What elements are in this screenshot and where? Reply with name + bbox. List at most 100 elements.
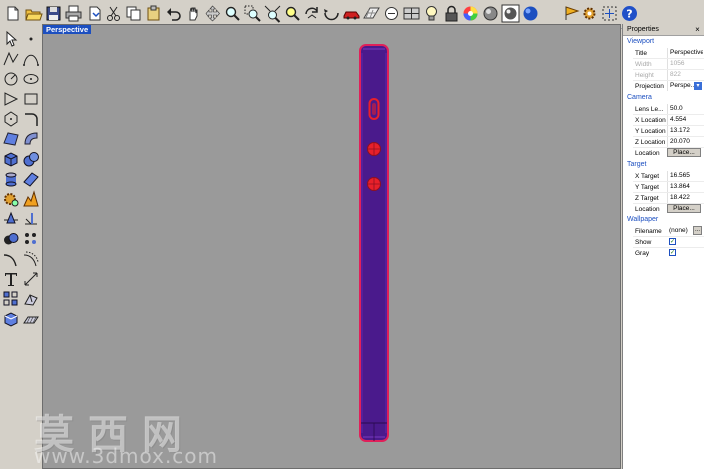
surface-edit-icon[interactable] <box>22 130 40 148</box>
lens-field[interactable]: 50.0 <box>667 104 703 114</box>
camera-location-label: Location <box>635 150 660 157</box>
sphere-solid-icon[interactable] <box>22 150 40 168</box>
shaded-sphere-icon[interactable] <box>481 4 500 23</box>
select-arrow-icon[interactable] <box>2 30 20 48</box>
render-icon[interactable] <box>501 4 520 23</box>
zoom-icon[interactable] <box>223 4 242 23</box>
height-field: 822 <box>667 70 703 80</box>
polyline-icon[interactable] <box>2 50 20 68</box>
viewport-section-header[interactable]: Viewport <box>627 37 654 46</box>
ellipse-icon[interactable] <box>22 70 40 88</box>
target-location-label: Location <box>635 206 660 213</box>
y-target-field[interactable]: 13.864 <box>667 182 703 192</box>
fillet-icon[interactable] <box>22 110 40 128</box>
blend-curve-icon[interactable] <box>2 250 20 268</box>
phone-model[interactable] <box>358 43 390 443</box>
wallpaper-section-header[interactable]: Wallpaper <box>627 215 658 224</box>
import-icon[interactable] <box>85 4 104 23</box>
split-icon[interactable] <box>2 210 20 228</box>
trim-icon[interactable] <box>22 210 40 228</box>
lens-label: Lens Le... <box>635 106 664 113</box>
title-field[interactable]: Perspective <box>667 48 703 58</box>
point-icon[interactable] <box>22 30 40 48</box>
paste-icon[interactable] <box>144 4 163 23</box>
cylinder-icon[interactable] <box>2 170 20 188</box>
watermark: 莫西网 www.3dmox.com <box>34 402 234 468</box>
explode-icon[interactable] <box>22 190 40 208</box>
gray-row: Gray ✓ <box>623 248 704 258</box>
snap-icon[interactable] <box>600 4 619 23</box>
show-checkbox[interactable]: ✓ <box>669 238 676 245</box>
color-wheel-icon[interactable] <box>461 4 480 23</box>
x-target-field[interactable]: 16.565 <box>667 171 703 181</box>
cut-icon[interactable] <box>104 4 123 23</box>
browse-button[interactable]: ... <box>693 226 702 235</box>
open-folder-icon[interactable] <box>24 4 43 23</box>
hatch-icon[interactable] <box>22 310 40 328</box>
save-icon[interactable] <box>44 4 63 23</box>
grid-array-icon[interactable] <box>2 290 20 308</box>
arc-icon[interactable] <box>2 90 20 108</box>
new-file-icon[interactable] <box>3 4 22 23</box>
properties-title: Properties <box>627 26 659 33</box>
move-icon[interactable] <box>203 4 222 23</box>
boolean-icon[interactable] <box>2 230 20 248</box>
grid-icon[interactable] <box>362 4 381 23</box>
z-location-field[interactable]: 20.070 <box>667 137 703 147</box>
x-location-field[interactable]: 4.554 <box>667 115 703 125</box>
transform-gear-icon[interactable] <box>2 190 20 208</box>
target-section-header[interactable]: Target <box>627 160 646 169</box>
chevron-down-icon[interactable]: ▾ <box>694 82 702 90</box>
offset-curve-icon[interactable] <box>22 250 40 268</box>
mesh-icon[interactable] <box>22 170 40 188</box>
watermark-url-text: www.3dmox.com <box>34 444 219 468</box>
curve-icon[interactable] <box>22 50 40 68</box>
width-field: 1056 <box>667 59 703 69</box>
array-icon[interactable] <box>22 230 40 248</box>
projection-select[interactable]: Perspe... ▾ <box>667 81 703 91</box>
gray-checkbox[interactable]: ✓ <box>669 249 676 256</box>
z-target-row: Z Target 18.422 <box>623 193 704 203</box>
filename-field[interactable]: (none) <box>667 226 691 236</box>
circle-icon[interactable] <box>2 70 20 88</box>
z-location-row: Z Location 20.070 <box>623 137 704 147</box>
viewport-tab-perspective[interactable]: Perspective <box>43 25 92 34</box>
camera-section-header[interactable]: Camera <box>627 93 652 102</box>
cplane-icon[interactable] <box>402 4 421 23</box>
rectangle-icon[interactable] <box>22 90 40 108</box>
zoom-window-icon[interactable] <box>243 4 262 23</box>
analyze-icon[interactable] <box>22 290 40 308</box>
car-icon[interactable] <box>342 4 361 23</box>
camera-place-button[interactable]: Place... <box>667 148 701 157</box>
lock-icon[interactable] <box>442 4 461 23</box>
y-location-field[interactable]: 13.172 <box>667 126 703 136</box>
help-icon[interactable]: ? <box>620 4 639 23</box>
projection-value: Perspe... <box>670 82 697 89</box>
box-solid-icon[interactable] <box>2 150 20 168</box>
z-target-field[interactable]: 18.422 <box>667 193 703 203</box>
width-row: Width 1056 <box>623 59 704 69</box>
target-location-row: Location Place... <box>623 204 704 214</box>
flag-icon[interactable] <box>562 4 581 23</box>
y-target-row: Y Target 13.864 <box>623 182 704 192</box>
target-place-button[interactable]: Place... <box>667 204 701 213</box>
pan-hand-icon[interactable] <box>184 4 203 23</box>
undo-icon[interactable] <box>164 4 183 23</box>
close-icon[interactable]: × <box>693 25 702 34</box>
print-icon[interactable] <box>64 4 83 23</box>
zoom-selected-icon[interactable] <box>283 4 302 23</box>
zoom-extents-icon[interactable] <box>263 4 282 23</box>
gear-tools-icon[interactable] <box>580 4 599 23</box>
rotate-view-icon[interactable] <box>302 4 321 23</box>
properties-header: Properties × <box>623 24 704 36</box>
copy-icon[interactable] <box>124 4 143 23</box>
light-bulb-icon[interactable] <box>422 4 441 23</box>
dimension-icon[interactable] <box>22 270 40 288</box>
named-view-icon[interactable] <box>382 4 401 23</box>
globe-icon[interactable] <box>521 4 540 23</box>
surface-icon[interactable] <box>2 130 20 148</box>
render-mesh-icon[interactable] <box>2 310 20 328</box>
rotate-icon[interactable] <box>322 4 341 23</box>
polygon-icon[interactable] <box>2 110 20 128</box>
text-object-icon[interactable] <box>2 270 20 288</box>
